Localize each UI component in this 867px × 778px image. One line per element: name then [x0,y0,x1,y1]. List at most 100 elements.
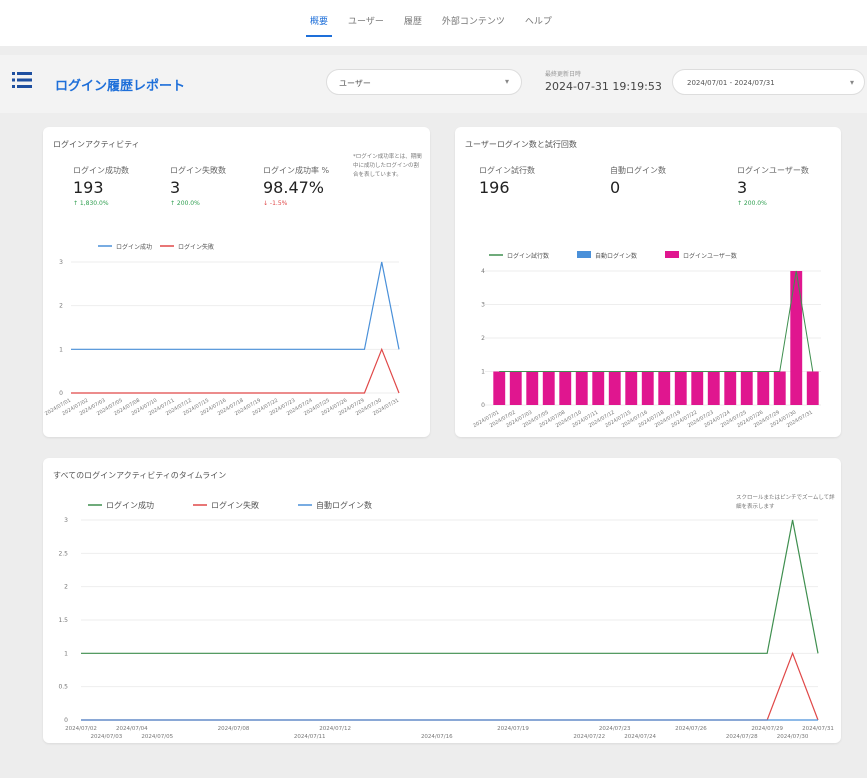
y-tick-label: 0 [59,390,63,397]
y-tick-label: 2 [481,335,485,342]
metric-label: ログイン成功数 [73,166,129,175]
bar [559,371,572,405]
login-attempts-chart: ログイン試行数 自動ログイン数 ログインユーザー数012342024/07/0120… [472,251,821,429]
tab-overview[interactable]: 概要 [305,14,333,37]
metric-label: ログインユーザー数 [737,166,809,175]
y-tick-label: 1.5 [58,617,68,624]
metric-login-success: ログイン成功数 193 ↑ 1,830.0% [73,165,129,207]
bar [691,371,704,405]
legend-swatch [577,251,591,258]
x-tick-label: 2024/07/03 [91,734,123,740]
legend-label: ログイン成功 [116,243,152,251]
x-tick-label: 2024/07/12 [319,726,351,732]
bar [542,371,555,405]
metric-delta: ↑ 200.0% [737,200,767,207]
y-tick-label: 0 [481,402,485,409]
metric-label: ログイン成功率 % [263,166,330,175]
card-title: ユーザーログイン数と試行回数 [465,140,577,149]
x-tick-label: 2024/07/19 [497,726,529,732]
metric-delta: ↑ 1,830.0% [73,200,109,207]
metric-delta: ↓ -1.5% [263,200,288,207]
x-tick-label: 2024/07/26 [675,726,707,732]
x-tick-label: 2024/07/05 [141,734,173,740]
refresh-time: 2024-07-31 19:19:53 [545,80,662,93]
x-tick-label: 2024/07/28 [726,734,758,740]
bar [509,371,522,405]
bar [575,371,588,405]
bar [806,371,819,405]
legend-label: ログイン失敗 [178,243,214,251]
chevron-down-icon: ▾ [849,78,854,87]
bar [625,371,638,405]
y-tick-label: 2.5 [58,550,68,557]
x-tick-label: 2024/07/29 [751,726,783,732]
tab-external-content[interactable]: 外部コンテンツ [442,14,505,37]
bar [740,371,753,405]
legend-swatch [665,251,679,258]
y-tick-label: 1 [64,650,68,657]
x-tick-label: 2024/07/30 [777,734,809,740]
chevron-down-icon: ▾ [504,77,509,86]
menu-list-icon[interactable] [12,71,32,89]
metric-auto-login: 自動ログイン数 0 [610,165,666,197]
y-tick-label: 2 [64,584,68,591]
timeline-card: すべてのログインアクティビティのタイムライン スクロールまたはピンチでズームして… [43,458,841,743]
x-tick-label: 2024/07/31 [802,726,834,732]
user-select-value: ユーザー [339,79,371,88]
bar [641,371,654,405]
series-line [499,270,814,372]
metric-value: 98.47% [263,178,325,197]
y-tick-label: 0 [64,717,68,724]
legend-label: ログインユーザー数 [683,252,737,260]
card-title: ログインアクティビティ [53,140,140,149]
x-tick-label: 2024/07/04 [116,726,148,732]
tab-history[interactable]: 履歴 [404,14,422,37]
metric-delta: ↑ 200.0% [170,200,200,207]
y-tick-label: 4 [481,268,485,275]
tab-users[interactable]: ユーザー [348,14,384,37]
metric-login-success-rate: ログイン成功率 % 98.47% ↓ -1.5% [263,165,329,207]
x-tick-label: 2024/07/24 [624,734,656,740]
report-header: ログイン履歴レポート ユーザー ▾ 最終更新日時 2024-07-31 19:1… [0,55,867,113]
y-tick-label: 1 [59,346,63,353]
login-attempts-card: ユーザーログイン数と試行回数 ログイン試行数 196 自動ログイン数 0 ログイ… [455,127,841,437]
bar [674,371,687,405]
page-title: ログイン履歴レポート [55,79,186,94]
metric-label: 自動ログイン数 [610,166,666,175]
bar [724,371,737,405]
y-tick-label: 0.5 [58,684,68,691]
bar [608,371,621,405]
y-tick-label: 3 [481,302,485,309]
tab-help[interactable]: ヘルプ [525,14,552,37]
bar [658,371,671,405]
metric-login-attempts: ログイン試行数 196 [479,165,535,197]
user-select[interactable]: ユーザー ▾ [326,69,522,95]
legend-label: ログイン失敗 [211,500,259,510]
date-range-value: 2024/07/01 - 2024/07/31 [687,79,775,87]
bar [707,371,720,405]
x-tick-label: 2024/07/22 [573,734,605,740]
metric-value: 3 [737,178,748,197]
login-activity-chart: ログイン成功 ログイン失敗01232024/07/012024/07/022024… [44,243,400,417]
metric-label: ログイン試行数 [479,166,535,175]
legend-label: ログイン試行数 [507,252,549,260]
metric-value: 193 [73,178,104,197]
success-rate-note: *ログイン成功率とは、期間中に成功したログインの割合を表しています。 [353,154,422,178]
timeline-chart: ログイン成功 ログイン失敗 自動ログイン数 0 0.5 1 1.5 2 2.5 3 2024/07/… [58,500,834,740]
x-tick-label: 2024/07/02 [65,726,97,732]
x-tick-label: 2024/07/11 [294,734,326,740]
legend-label: ログイン成功 [106,500,154,510]
bar [526,371,539,405]
legend-label: 自動ログイン数 [316,500,372,510]
date-range-select[interactable]: 2024/07/01 - 2024/07/31 ▾ [672,69,865,95]
refresh-label: 最終更新日時 [545,71,582,78]
bar [790,271,803,405]
card-title: すべてのログインアクティビティのタイムライン [53,471,227,480]
y-tick-label: 3 [59,259,63,266]
bar [493,371,506,405]
y-tick-label: 3 [64,517,68,524]
x-tick-label: 2024/07/08 [218,726,250,732]
legend-label: 自動ログイン数 [595,252,637,260]
metric-value: 196 [479,178,510,197]
y-tick-label: 1 [481,369,485,376]
